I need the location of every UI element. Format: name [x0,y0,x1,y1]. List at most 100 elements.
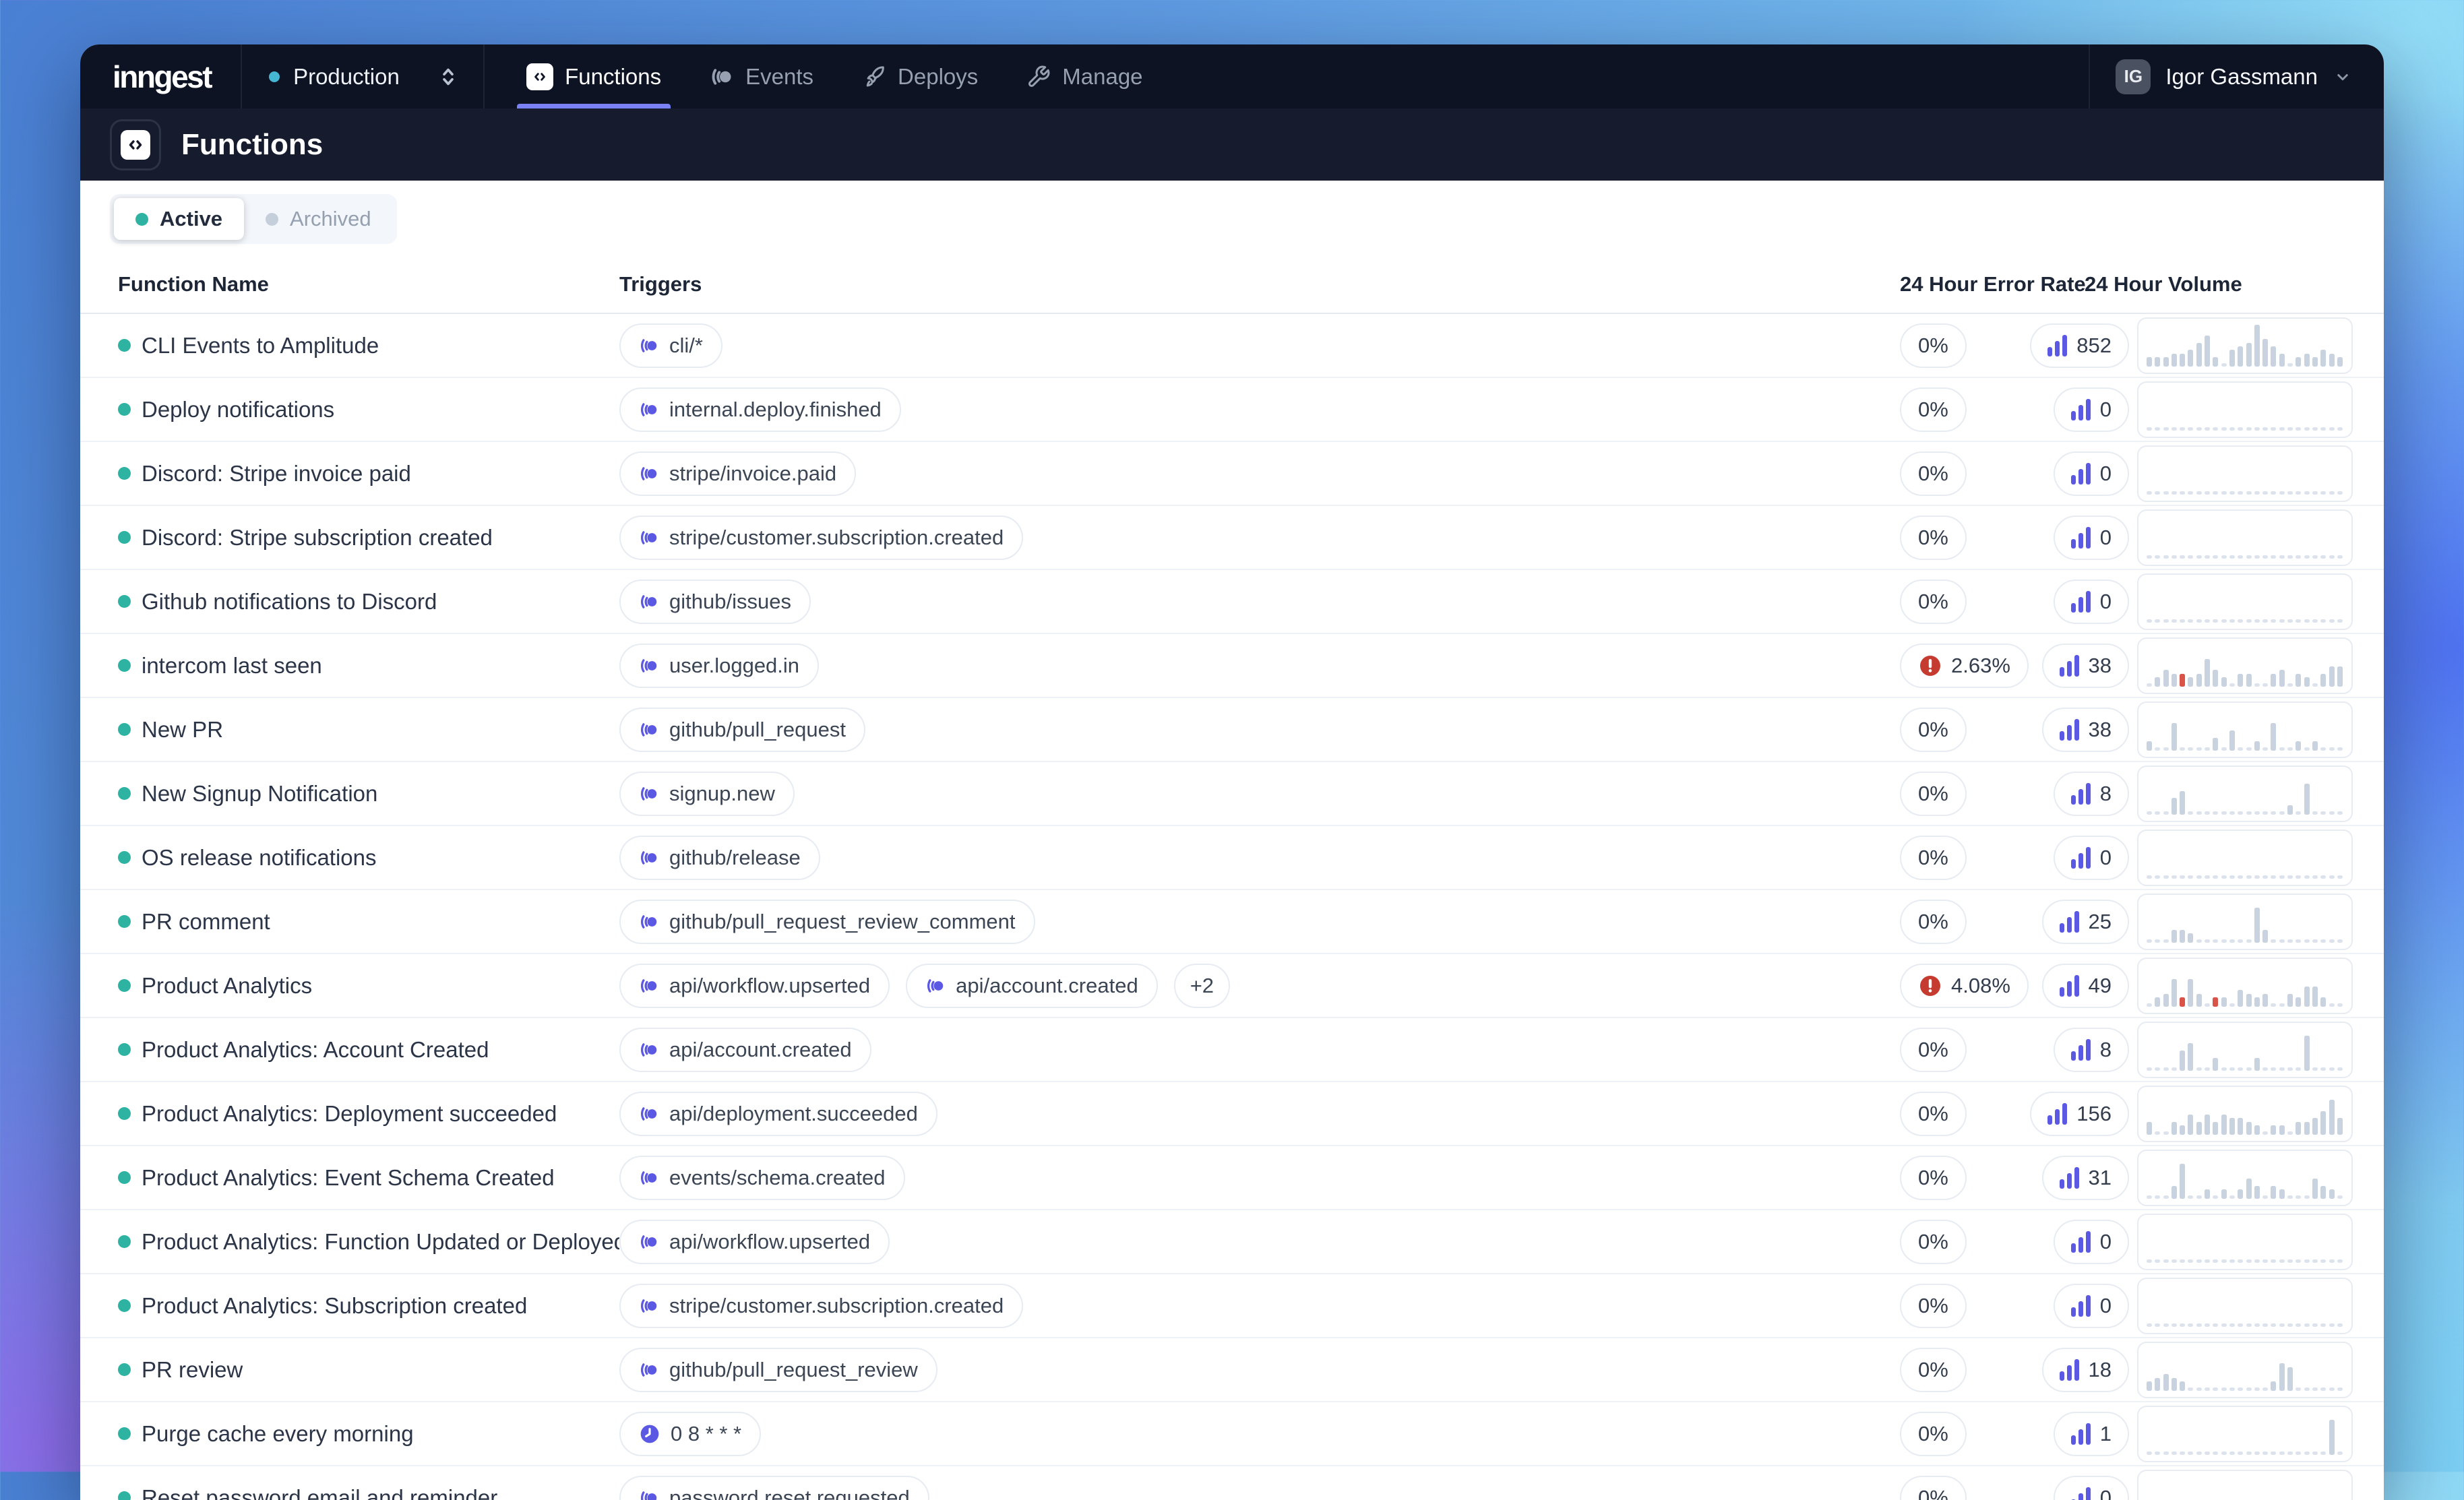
sparkline-bar [2337,357,2343,366]
table-row[interactable]: Purge cache every morning0 8 * * *0%1 [80,1402,2384,1466]
sparkline-bar [2304,939,2310,943]
sparkline-bar [2246,747,2252,751]
table-row[interactable]: Product Analyticsapi/workflow.upsertedap… [80,954,2384,1018]
sparkline-bar [2337,747,2343,751]
table-row[interactable]: Product Analytics: Deployment succeededa… [80,1082,2384,1146]
error-rate-value: 0% [1918,590,1948,614]
sparkline-bar [2312,939,2318,943]
sparkline-bar [2304,1195,2310,1199]
volume-chart-icon [2060,975,2079,997]
sparkline-bar [2320,1387,2326,1391]
volume-value: 1 [2100,1422,2112,1446]
function-name-cell: New Signup Notification [80,781,619,807]
sparkline-bar [2180,491,2185,495]
table-row[interactable]: PR reviewgithub/pull_request_review0%18 [80,1338,2384,1402]
table-row[interactable]: PR commentgithub/pull_request_review_com… [80,890,2384,954]
tab-functions[interactable]: Functions [502,44,685,108]
table-row[interactable]: Product Analytics: Function Updated or D… [80,1210,2384,1274]
function-name-cell: Product Analytics: Account Created [80,1037,619,1063]
environment-dot-icon [269,71,280,82]
table-row[interactable]: Discord: Stripe invoice paidstripe/invoi… [80,442,2384,506]
active-archived-toggle: Active Archived [110,194,397,244]
error-rate-cell: 0% [1900,1412,2028,1456]
sparkline-bar [2337,1118,2343,1134]
sparkline-bar [2188,427,2193,431]
table-row[interactable]: Discord: Stripe subscription createdstri… [80,506,2384,570]
tab-manage[interactable]: Manage [1002,44,1167,108]
sparkline-bar [2337,491,2343,495]
trigger-label: github/release [669,846,801,870]
trigger-label: api/account.created [669,1038,852,1062]
inngest-logo[interactable]: inngest [80,44,242,108]
error-rate-cell: 0% [1900,323,2028,368]
sparkline-bar [2287,1131,2293,1135]
tab-deploys[interactable]: Deploys [838,44,1002,108]
sparkline-bar [2262,811,2268,815]
sparkline-bar [2271,1259,2276,1263]
more-triggers-badge[interactable]: +2 [1174,964,1230,1008]
sparkline-bar [2287,939,2293,943]
event-trigger-icon [639,1360,659,1380]
sparkline-cell [2129,765,2361,822]
table-row[interactable]: CLI Events to Amplitudecli/*0%852 [80,314,2384,378]
event-trigger-icon [639,912,659,932]
sparkline-bar [2271,1451,2276,1455]
table-row[interactable]: Github notifications to Discordgithub/is… [80,570,2384,634]
sparkline-bar [2279,619,2285,623]
table-row[interactable]: Product Analytics: Account Created api/ac… [80,1018,2384,1082]
sparkline-bar [2329,1067,2335,1071]
page-title: Functions [181,128,323,162]
sparkline-bar [2147,491,2152,495]
environment-label: Production [293,64,423,90]
error-rate-value: 0% [1918,462,1948,486]
sparkline-bar [2296,1323,2301,1327]
sparkline-bar [2329,427,2335,431]
sparkline-bar [2262,339,2268,366]
error-rate-value: 0% [1918,334,1948,358]
table-row[interactable]: OS release notificationsgithub/release0%… [80,826,2384,890]
sparkline-bar [2287,805,2293,814]
sparkline-bar [2221,491,2227,495]
sparkline-chart [2137,765,2353,822]
environment-select[interactable]: Production [242,44,485,108]
column-function-name: Function Name [80,272,619,296]
tab-events[interactable]: Events [685,44,838,108]
sparkline-chart [2137,317,2353,374]
event-trigger-pill: events/schema.created [619,1156,905,1200]
sparkline-bar [2271,346,2276,367]
volume-cell: 0 [2028,836,2129,880]
table-row[interactable]: New Signup Notificationsignup.new0%8 [80,762,2384,826]
sparkline-bar [2320,555,2326,559]
user-menu[interactable]: IG Igor Gassmann [2089,44,2384,108]
sparkline-bar [2155,939,2160,943]
filter-active[interactable]: Active [114,198,244,240]
volume-value: 38 [2089,654,2112,678]
volume-cell: 0 [2028,515,2129,560]
volume-value: 156 [2076,1102,2112,1126]
sparkline-bar [2246,491,2252,495]
table-row[interactable]: intercom last seenuser.logged.in2.63%38 [80,634,2384,698]
event-trigger-pill: api/account.created [906,964,1158,1008]
sparkline-bar [2188,1323,2193,1327]
volume-cell: 0 [2028,387,2129,432]
sparkline-bar [2188,555,2193,559]
sparkline-bar [2155,677,2160,686]
table-row[interactable]: New PRgithub/pull_request0%38 [80,698,2384,762]
sparkline-bar [2271,875,2276,879]
table-row[interactable]: Product Analytics: Event Schema Createde… [80,1146,2384,1210]
sparkline-bar [2279,1363,2285,1390]
column-triggers: Triggers [619,272,1900,296]
volume-cell: 0 [2028,1476,2129,1500]
sparkline-bar [2312,1323,2318,1327]
filter-archived[interactable]: Archived [244,198,393,240]
table-row[interactable]: Product Analytics: Subscription createds… [80,1274,2384,1338]
sparkline-chart [2137,830,2353,886]
sparkline-bar [2205,1003,2210,1007]
sparkline-bar [2262,1131,2268,1135]
sparkline-bar [2229,1067,2235,1071]
sparkline-chart [2137,381,2353,438]
sparkline-bar [2205,1259,2210,1263]
sparkline-bar [2271,1067,2276,1071]
error-rate-value: 0% [1918,398,1948,422]
table-row[interactable]: Deploy notificationsinternal.deploy.fini… [80,378,2384,442]
